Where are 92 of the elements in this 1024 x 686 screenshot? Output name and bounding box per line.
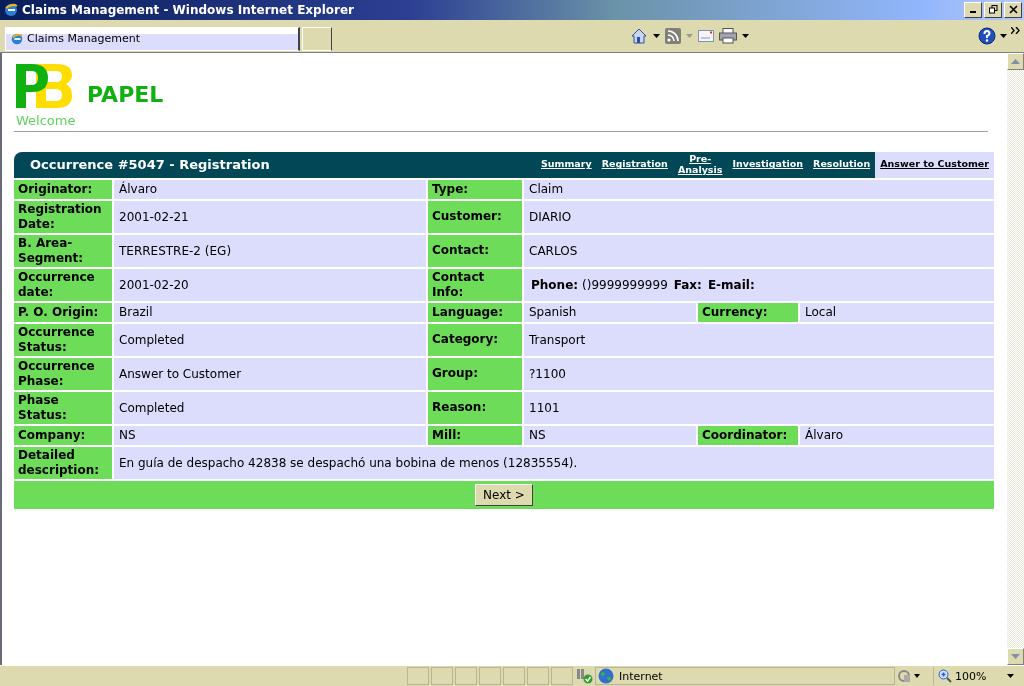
field-value: Local [800, 302, 994, 322]
field-label: Customer: [428, 200, 522, 233]
field-value: Completed [114, 323, 426, 356]
section-tab[interactable]: Summary [535, 151, 597, 178]
restore-icon [988, 5, 998, 15]
close-icon [1008, 5, 1018, 15]
contact-label: Phone: [531, 277, 579, 292]
new-tab-button[interactable] [302, 26, 332, 51]
field-label: Reason: [428, 391, 522, 424]
field-value: DIARIO [524, 200, 994, 233]
field-label: B. Area-Segment: [14, 234, 112, 267]
field-label: Language: [428, 302, 522, 322]
field-label: Phase Status: [14, 391, 112, 424]
field-label: Company: [14, 425, 112, 445]
dropdown-arrow-icon[interactable] [653, 33, 660, 38]
security-icon [575, 668, 593, 684]
close-button[interactable] [1004, 2, 1022, 18]
dropdown-arrow-icon[interactable] [742, 33, 749, 38]
field-label: P. O. Origin: [14, 302, 112, 322]
dropdown-arrow-icon[interactable] [1000, 33, 1007, 38]
brand-name: PAPEL [87, 81, 164, 107]
field-value: 1101 [524, 391, 994, 424]
field-value: ?1100 [524, 357, 994, 390]
field-value: Transport [524, 323, 994, 356]
zoom-control[interactable]: 100% [933, 667, 1018, 685]
field-value: Answer to Customer [114, 357, 426, 390]
field-value: CARLOS [524, 234, 994, 267]
print-icon[interactable] [719, 27, 737, 44]
section-tab[interactable]: Registration [596, 151, 673, 178]
logo-icon [16, 63, 72, 108]
field-value: TERRESTRE-2 (EG) [114, 234, 426, 267]
field-value: 2001-02-21 [114, 200, 426, 233]
field-label: Detailed description: [14, 446, 112, 479]
field-value: Brazil [114, 302, 426, 322]
status-pane [431, 667, 453, 685]
globe-icon [598, 668, 614, 684]
home-icon[interactable] [630, 26, 648, 45]
minimize-button[interactable] [964, 2, 982, 18]
restore-button[interactable] [984, 2, 1002, 18]
browser-tab[interactable]: Claims Management [5, 26, 300, 51]
status-pane [527, 667, 549, 685]
section-tab[interactable]: Investigation [727, 151, 809, 178]
contact-value: ()9999999999 [582, 277, 668, 292]
field-label: Group: [428, 357, 522, 390]
field-value: NS [524, 425, 696, 445]
section-tab[interactable]: Resolution [808, 151, 876, 178]
zoom-icon [938, 669, 952, 683]
field-label: Occurrence Phase: [14, 357, 112, 390]
status-pane [479, 667, 501, 685]
field-label: Occurrence Status: [14, 323, 112, 356]
field-label: Contact: [428, 234, 522, 267]
status-pane [503, 667, 525, 685]
field-label: Mill: [428, 425, 522, 445]
field-label: Coordinator: [698, 425, 798, 445]
contact-label: E-mail: [707, 277, 755, 292]
field-value: Completed [114, 391, 426, 424]
dropdown-arrow-icon [1007, 674, 1014, 678]
help-icon[interactable] [978, 26, 996, 45]
feed-icon[interactable] [665, 27, 681, 44]
field-label: Category: [428, 323, 522, 356]
up-arrow-icon [1011, 58, 1020, 64]
browser-logo-icon [3, 2, 19, 18]
field-value: 2001-02-20 [114, 268, 426, 301]
chevron-icon[interactable] [1011, 26, 1020, 34]
field-value: En guía de despacho 42838 se despachó una bobina de menos (12835554). [114, 446, 994, 479]
field-value: NS [114, 425, 426, 445]
field-value: Álvaro [114, 179, 426, 199]
panel-title: Occurrence #5047 - Registration [29, 157, 271, 173]
field-label: Occurrence date: [14, 268, 112, 301]
status-pane [407, 667, 429, 685]
section-tab[interactable]: Pre- Analysis [672, 151, 728, 178]
status-pane [455, 667, 477, 685]
field-label: Registration Date: [14, 200, 112, 233]
vertical-scrollbar[interactable] [1007, 52, 1024, 666]
welcome-text: Welcome [16, 112, 77, 128]
field-value: Spanish [524, 302, 696, 322]
section-tab[interactable]: Answer to Customer [875, 151, 994, 178]
status-pane [551, 667, 573, 685]
field-label: Currency: [698, 302, 798, 322]
browser-logo-icon [10, 31, 24, 46]
next-button[interactable]: Next > [475, 483, 533, 506]
scroll-down-button[interactable] [1007, 648, 1024, 666]
field-value: Álvaro [800, 425, 994, 445]
field-label: Contact Info: [428, 268, 522, 301]
contact-label: Fax: [673, 277, 702, 292]
field-value: Claim [524, 179, 994, 199]
zone-label: Internet [619, 669, 663, 683]
down-arrow-icon [1011, 654, 1020, 660]
window-title: Claims Management - Windows Internet Explorer [22, 3, 355, 17]
mail-icon[interactable] [698, 29, 714, 42]
field-label: Originator: [14, 179, 112, 199]
field-label: Type: [428, 179, 522, 199]
